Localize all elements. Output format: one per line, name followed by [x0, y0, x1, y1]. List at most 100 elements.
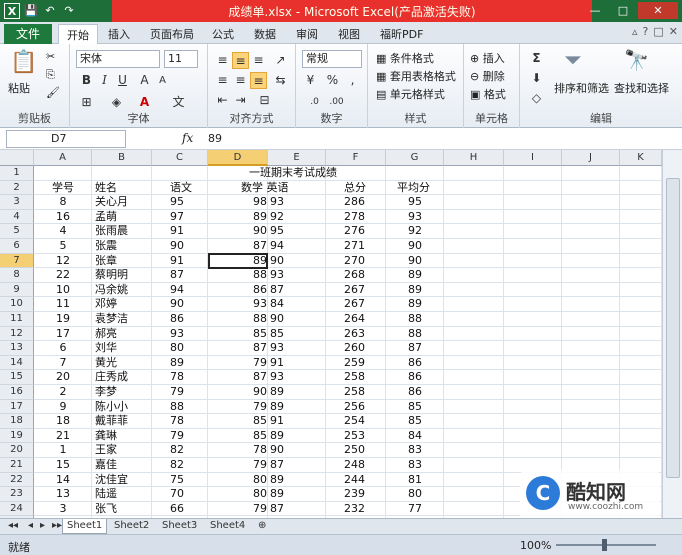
vertical-scroll-thumb[interactable] [666, 178, 680, 478]
cell-id[interactable]: 18 [34, 414, 92, 429]
cell-name[interactable]: 陈小小 [95, 400, 128, 415]
cell-id[interactable]: 5 [34, 239, 92, 254]
delete-cells-button[interactable]: ⊖ 删除 [470, 68, 505, 84]
row-header[interactable]: 12 [0, 326, 34, 342]
cell-id[interactable]: 2 [34, 385, 92, 400]
cell-english[interactable]: 93 [270, 370, 284, 385]
row-header[interactable]: 14 [0, 355, 34, 371]
underline-icon[interactable]: U [114, 72, 131, 89]
cell-english[interactable]: 93 [270, 341, 284, 356]
cell-avg[interactable]: 89 [386, 283, 444, 298]
cell-english[interactable]: 89 [270, 473, 284, 488]
sheet-nav-first-icon[interactable]: ◂◂ [4, 519, 22, 534]
cell-total[interactable]: 250 [344, 443, 365, 458]
cell-avg[interactable]: 86 [386, 356, 444, 371]
column-header-k[interactable]: K [620, 150, 662, 166]
cell-chinese[interactable]: 78 [170, 370, 184, 385]
row-header[interactable]: 11 [0, 312, 34, 327]
sheet-tab-4[interactable]: Sheet4 [206, 519, 249, 534]
row-header[interactable]: 22 [0, 472, 34, 488]
cell-avg[interactable]: 85 [386, 414, 444, 429]
sheet-title[interactable]: 一班期末考试成绩 [34, 166, 552, 181]
maximize-button[interactable]: □ [610, 2, 636, 19]
row-header[interactable]: 6 [0, 239, 34, 254]
cell-chinese[interactable]: 70 [170, 487, 184, 502]
cell-chinese[interactable]: 79 [170, 429, 184, 444]
cell-math[interactable]: 87 [253, 239, 267, 254]
cell-avg[interactable]: 93 [386, 210, 444, 225]
cell-english[interactable]: 90 [270, 254, 284, 269]
cell-name[interactable]: 张雨晨 [95, 224, 128, 239]
row-header[interactable]: 23 [0, 487, 34, 502]
cell-math[interactable]: 90 [253, 224, 267, 239]
cell-id[interactable]: 20 [34, 370, 92, 385]
decrease-indent-icon[interactable]: ⇤ [214, 92, 231, 109]
zoom-level[interactable]: 100% [520, 539, 551, 552]
cell-avg[interactable]: 92 [386, 224, 444, 239]
cell-name[interactable]: 李梦 [95, 385, 117, 400]
cell-chinese[interactable]: 95 [170, 195, 184, 210]
cell-math[interactable]: 88 [253, 312, 267, 327]
cell-id[interactable]: 7 [34, 356, 92, 371]
row-header[interactable]: 21 [0, 458, 34, 473]
cell-name[interactable]: 庄秀成 [95, 370, 128, 385]
cell-name[interactable]: 戴菲菲 [95, 414, 128, 429]
align-right-icon[interactable]: ≡ [250, 72, 267, 89]
cell-math[interactable]: 85 [253, 414, 267, 429]
cell-name[interactable]: 郝亮 [95, 327, 117, 342]
row-header[interactable]: 9 [0, 282, 34, 298]
cell-id[interactable]: 17 [34, 327, 92, 342]
copy-icon[interactable]: ⎘ [46, 68, 55, 82]
cell-english[interactable]: 89 [270, 487, 284, 502]
cell-chinese[interactable]: 82 [170, 458, 184, 473]
cell-avg[interactable]: 81 [386, 473, 444, 488]
cell-avg[interactable]: 77 [386, 502, 444, 517]
format-as-table-button[interactable]: ▦ 套用表格格式 [376, 68, 456, 84]
cell-name[interactable]: 邓婷 [95, 297, 117, 312]
cell-chinese[interactable]: 75 [170, 473, 184, 488]
zoom-slider-knob[interactable] [602, 539, 607, 551]
cell-chinese[interactable]: 80 [170, 341, 184, 356]
row-header[interactable]: 17 [0, 399, 34, 415]
cell-avg[interactable]: 84 [386, 429, 444, 444]
sort-filter-icon[interactable]: ⏷ [564, 48, 582, 73]
column-header-e[interactable]: E [268, 150, 326, 166]
cut-icon[interactable]: ✂ [46, 50, 55, 63]
orientation-icon[interactable]: ↗ [272, 52, 289, 69]
header-id[interactable]: 学号 [52, 181, 74, 196]
cell-chinese[interactable]: 93 [170, 327, 184, 342]
cell-chinese[interactable]: 97 [170, 210, 184, 225]
cell-math[interactable]: 80 [253, 473, 267, 488]
cell-chinese[interactable]: 89 [170, 356, 184, 371]
row-header[interactable]: 1 [0, 166, 34, 181]
cell-avg[interactable]: 88 [386, 327, 444, 342]
cell-total[interactable]: 264 [344, 312, 365, 327]
cell-id[interactable]: 21 [34, 429, 92, 444]
cell-english[interactable]: 91 [270, 414, 284, 429]
cell-avg[interactable]: 95 [386, 195, 444, 210]
paste-icon[interactable]: 📋 [10, 50, 37, 75]
cell-total[interactable]: 271 [344, 239, 365, 254]
column-header-a[interactable]: A [34, 150, 92, 166]
cell-chinese[interactable]: 86 [170, 312, 184, 327]
save-icon[interactable]: 💾 [23, 3, 39, 19]
cell-chinese[interactable]: 78 [170, 414, 184, 429]
cell-avg[interactable]: 90 [386, 254, 444, 269]
autosum-icon[interactable]: Σ [528, 50, 545, 67]
cell-total[interactable]: 270 [344, 254, 365, 269]
cell-english[interactable]: 95 [270, 224, 284, 239]
tab-home[interactable]: 开始 [58, 24, 98, 45]
borders-icon[interactable]: ⊞ [78, 94, 95, 111]
fill-color-icon[interactable]: ◈ [108, 94, 125, 111]
cell-avg[interactable]: 86 [386, 370, 444, 385]
cell-id[interactable]: 4 [34, 224, 92, 239]
tab-review[interactable]: 审阅 [296, 26, 318, 42]
cell-id[interactable]: 1 [34, 443, 92, 458]
cell-total[interactable]: 259 [344, 356, 365, 371]
cell-name[interactable]: 关心月 [95, 195, 128, 210]
cell-total[interactable]: 256 [344, 400, 365, 415]
cell-total[interactable]: 239 [344, 487, 365, 502]
column-header-b[interactable]: B [92, 150, 152, 166]
cell-chinese[interactable]: 90 [170, 297, 184, 312]
cell-english[interactable]: 94 [270, 239, 284, 254]
